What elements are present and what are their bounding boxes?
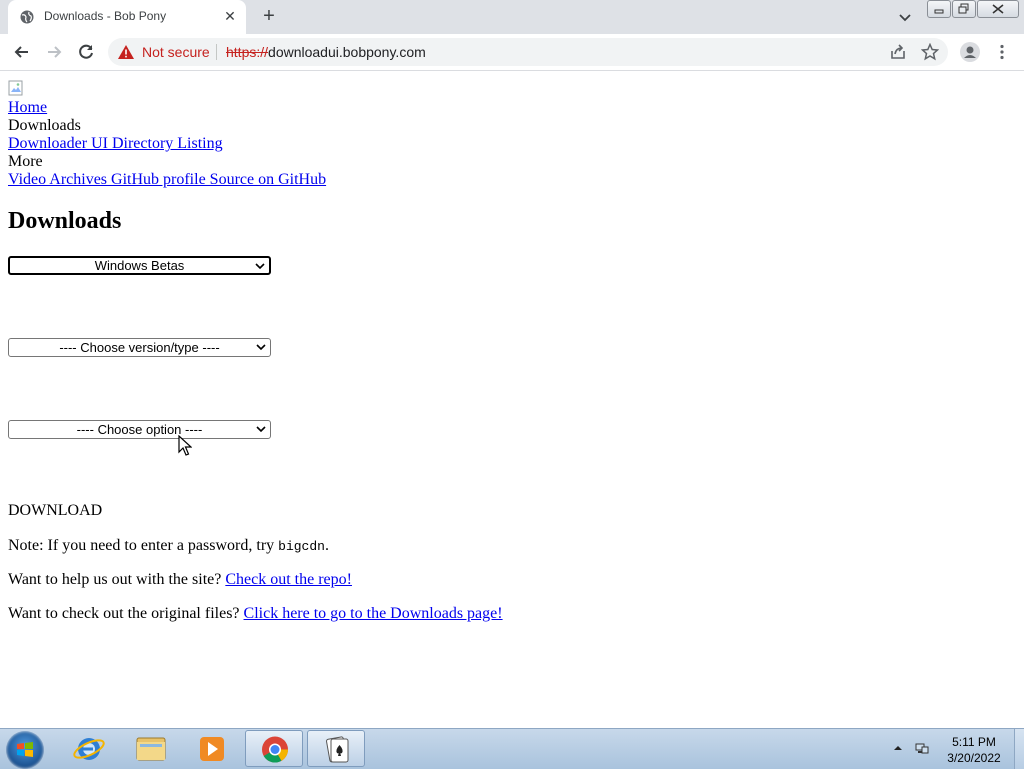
repo-link[interactable]: Check out the repo! [225,571,352,588]
url-host: downloadui.bobpony.com [268,44,426,60]
help-paragraph: Want to help us out with the site? Check… [8,571,352,589]
internet-explorer-icon [73,738,105,760]
password-note: Note: If you need to enter a password, t… [8,537,329,555]
nav-item-downloads: Downloads [8,117,81,134]
original-text: Want to check out the original files? [8,605,244,622]
help-text: Want to help us out with the site? [8,571,226,588]
tab-close-icon[interactable]: ✕ [222,8,238,24]
new-tab-plus-icon[interactable]: + [258,6,280,28]
version-select-value: ---- Choose version/type ---- [59,340,220,355]
reload-icon[interactable] [76,42,96,62]
url-scheme: https:// [226,44,269,60]
browser-tab[interactable]: Downloads - Bob Pony ✕ [8,0,246,34]
chevron-down-icon [256,344,266,351]
nav-more-links[interactable]: Video Archives GitHub profile Source on … [8,171,326,189]
tab-search-chevron-icon[interactable] [896,8,914,26]
taskbar: 5:11 PM 3/20/2022 [0,728,1024,769]
note-suffix: . [324,537,329,554]
category-select-value: Windows Betas [94,258,185,273]
media-player-icon [200,737,224,761]
nav-link-directory-listing[interactable]: Downloader UI Directory Listing [8,135,223,153]
restore-icon [958,3,969,14]
address-bar[interactable]: Not secure https://downloadui.bobpony.co… [108,38,948,66]
minimize-button[interactable] [927,0,951,18]
not-secure-label[interactable]: Not secure [142,44,210,60]
option-select[interactable]: ---- Choose option ---- [8,420,271,439]
share-icon[interactable] [889,43,907,61]
downloads-page-link[interactable]: Click here to go to the Downloads page! [244,605,503,622]
taskbar-media-player[interactable] [183,730,241,767]
mouse-pointer-icon [178,435,192,456]
omnibox-divider [216,44,217,60]
start-button[interactable] [6,731,44,769]
tab-strip: Downloads - Bob Pony ✕ + [0,0,1024,34]
download-button[interactable]: DOWNLOAD [8,502,102,520]
clock-date: 3/20/2022 [947,751,1001,765]
show-desktop-button[interactable] [1014,729,1024,769]
back-arrow-icon[interactable] [12,42,32,62]
close-window-button[interactable] [977,0,1019,18]
bookmark-star-icon[interactable] [921,43,939,61]
close-window-icon [992,4,1004,14]
tab-title: Downloads - Bob Pony [44,9,167,23]
windows-logo-icon [17,742,33,757]
taskbar-solitaire[interactable] [307,730,365,767]
forward-arrow-icon[interactable] [44,42,64,62]
nav-link-home[interactable]: Home [8,99,47,117]
broken-image-icon [8,80,23,96]
kebab-menu-icon[interactable] [993,43,1011,61]
window-controls [927,0,1019,18]
profile-avatar-icon[interactable] [960,42,980,62]
show-hidden-icons-chevron-icon[interactable] [892,743,904,753]
folder-icon [136,737,166,761]
chevron-down-icon [255,263,265,270]
network-icon[interactable] [915,741,929,755]
browser-toolbar: Not secure https://downloadui.bobpony.co… [0,34,1024,71]
taskbar-explorer[interactable] [122,730,180,767]
minimize-icon [934,9,944,14]
note-prefix: Note: If you need to enter a password, t… [8,537,279,554]
warning-triangle-icon[interactable] [118,45,134,59]
chevron-down-icon [256,426,266,433]
version-select[interactable]: ---- Choose version/type ---- [8,338,271,357]
category-select[interactable]: Windows Betas [8,256,271,275]
solitaire-cards-icon [326,736,349,763]
original-files-paragraph: Want to check out the original files? Cl… [8,605,503,623]
taskbar-chrome[interactable] [245,730,303,767]
globe-icon [20,10,34,24]
nav-item-more: More [8,153,43,170]
page-title: Downloads [8,208,122,234]
note-password: bigcdn [278,539,325,554]
taskbar-internet-explorer[interactable] [60,730,118,767]
system-clock[interactable]: 5:11 PM 3/20/2022 [942,734,1006,766]
url-text[interactable]: https://downloadui.bobpony.com [226,44,426,60]
restore-button[interactable] [952,0,976,18]
clock-time: 5:11 PM [952,735,996,749]
web-page: Home Downloads Downloader UI Directory L… [0,71,1024,728]
chrome-icon [262,736,289,763]
